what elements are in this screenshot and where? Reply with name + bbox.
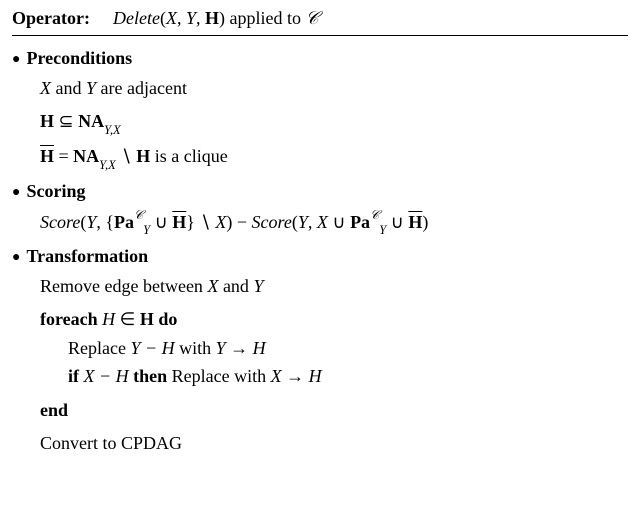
score-comma2: ,	[308, 212, 317, 232]
replace1-src: Y − H	[130, 338, 174, 358]
foreach-hbold: H	[140, 309, 154, 329]
score-pa2: Pa	[350, 212, 370, 232]
op-arg-h: H	[205, 8, 219, 28]
kw-foreach: foreach	[40, 309, 102, 329]
transform-foreach: foreach H ∈ H do	[40, 306, 628, 333]
bullet-icon: ●	[12, 186, 20, 200]
score-y2: Y	[298, 212, 308, 232]
applied-to: applied to	[229, 8, 300, 28]
precond1-adj: are adjacent	[96, 78, 187, 98]
replace1-dst: Y → H	[216, 338, 266, 358]
foreach-in: ∈	[115, 309, 140, 329]
score-comma1: ,	[96, 212, 105, 232]
precond1-and: and	[51, 78, 86, 98]
score-x2: X	[317, 212, 328, 232]
transform-convert: Convert to CPDAG	[40, 430, 628, 457]
scoring-expression: Score(Y, {PaY ∪ H} ∖ X) − Score(Y, X ∪ P…	[40, 208, 628, 238]
preconditions-heading: ● Preconditions	[12, 48, 628, 69]
precondition-3: H = NAY,X ∖ H is a clique	[40, 143, 628, 172]
score-hbar1: H	[172, 212, 186, 232]
precond3-eq: =	[54, 146, 73, 166]
cal-c	[305, 8, 318, 28]
transform-replace-yh: Replace Y − H with Y → H	[68, 335, 628, 363]
transform-remove-edge: Remove edge between X and Y	[40, 273, 628, 300]
transformation-label: Transformation	[26, 246, 148, 267]
precond1-y: Y	[86, 78, 96, 98]
bullet-icon: ●	[12, 53, 20, 67]
replace2-pre: Replace with	[172, 366, 271, 386]
bullet-icon: ●	[12, 251, 20, 265]
if-cond: X − H	[84, 366, 129, 386]
transformation-heading: ● Transformation	[12, 246, 628, 267]
score-lb: {	[105, 212, 114, 232]
score-close2: )	[422, 212, 428, 232]
trans-y: Y	[253, 276, 263, 296]
score-setminus: ∖	[195, 212, 215, 232]
preconditions-label: Preconditions	[26, 48, 132, 69]
score-minus: −	[232, 212, 251, 232]
foreach-h: H	[102, 309, 115, 329]
score-pa-sub1: Y	[143, 223, 150, 237]
scoring-heading: ● Scoring	[12, 181, 628, 202]
precond3-clique: is a clique	[150, 146, 227, 166]
operator-name: Delete	[113, 8, 160, 28]
precond3-hbar: H	[40, 146, 54, 166]
score2: Score	[252, 212, 292, 232]
score-pa-sup1	[134, 208, 143, 222]
precond3-h: H	[136, 146, 150, 166]
transform-if: if X − H then Replace with X → H	[68, 363, 628, 391]
replace2-dst: X → H	[271, 366, 322, 386]
score-rb: }	[186, 212, 195, 232]
divider	[12, 35, 628, 36]
precond2-sub: Y,X	[104, 123, 121, 137]
score-cup2a: ∪	[328, 212, 350, 232]
precond3-setminus: ∖	[116, 146, 136, 166]
convert-cpdag: Convert to CPDAG	[40, 433, 182, 453]
trans-and: and	[218, 276, 253, 296]
replace1-pre: Replace	[68, 338, 130, 358]
precond1-x: X	[40, 78, 51, 98]
score-pa1: Pa	[114, 212, 134, 232]
op-arg-x: X	[166, 8, 177, 28]
precond3-sub: Y,X	[99, 158, 116, 172]
operator-label: Operator:	[12, 8, 90, 28]
op-arg-y: Y	[186, 8, 196, 28]
score-cup1: ∪	[150, 212, 172, 232]
score-hbar2: H	[408, 212, 422, 232]
score-pa-sup2	[370, 208, 379, 222]
kw-if: if	[68, 366, 84, 386]
kw-do: do	[154, 309, 178, 329]
precond2-h: H	[40, 111, 54, 131]
op-close: )	[219, 8, 225, 28]
score-cup2b: ∪	[386, 212, 408, 232]
trans-x: X	[207, 276, 218, 296]
kw-then: then	[129, 366, 172, 386]
precondition-1: X and Y are adjacent	[40, 75, 628, 102]
transform-end: end	[40, 397, 628, 424]
score1: Score	[40, 212, 80, 232]
precond2-subset: ⊆	[54, 111, 78, 131]
score-pa-sub2: Y	[379, 223, 386, 237]
scoring-label: Scoring	[26, 181, 85, 202]
kw-end: end	[40, 400, 68, 420]
replace1-with: with	[175, 338, 216, 358]
precondition-2: H ⊆ NAY,X	[40, 108, 628, 137]
score-y1: Y	[86, 212, 96, 232]
operator-line: Operator: Delete(X, Y, H) applied to	[12, 8, 628, 29]
trans-rem: Remove edge between	[40, 276, 207, 296]
precond2-na: NA	[78, 111, 104, 131]
score-x1: X	[215, 212, 226, 232]
precond3-na: NA	[73, 146, 99, 166]
